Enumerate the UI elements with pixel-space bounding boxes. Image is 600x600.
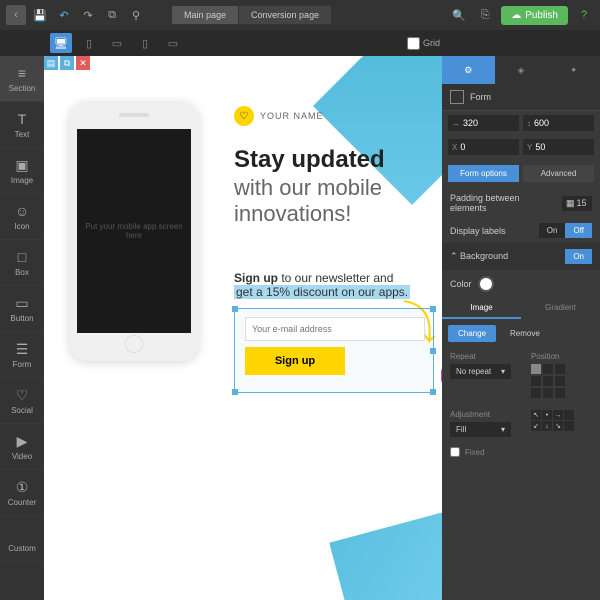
link-icon[interactable]: ⚲: [126, 5, 146, 25]
prop-tab-settings[interactable]: ⚙: [442, 56, 495, 84]
cloud-icon: ☁: [511, 10, 521, 21]
width-input[interactable]: ↔320: [448, 115, 519, 131]
phone-mockup[interactable]: Put your mobile app screen here: [69, 101, 199, 361]
save-icon[interactable]: 💾: [30, 5, 50, 25]
y-input[interactable]: Y50: [523, 139, 594, 155]
mark-icon[interactable]: ✕: [76, 56, 90, 70]
selection-marks: ▤ ⧉ ✕: [44, 56, 90, 70]
color-swatch[interactable]: [478, 276, 494, 292]
padding-input[interactable]: ▦15: [562, 196, 592, 211]
device-bar: 🖥 ▯ ▭ ▯ ▭ Grid: [0, 30, 600, 56]
social-icon: ♡: [13, 386, 31, 404]
tab-main-page[interactable]: Main page: [172, 6, 239, 24]
remove-button[interactable]: Remove: [500, 325, 550, 342]
tool-section[interactable]: ≡Section: [0, 56, 44, 102]
brand-row: ♡ YOUR NAME: [234, 106, 324, 126]
custom-icon: [13, 524, 31, 542]
device-tablet-landscape[interactable]: ▭: [106, 33, 128, 53]
prop-tab-style[interactable]: ✦: [547, 56, 600, 84]
gradient-tab[interactable]: Gradient: [521, 298, 600, 319]
icon-icon: ☺: [13, 202, 31, 220]
element-title: Form: [442, 84, 600, 111]
change-button[interactable]: Change: [448, 325, 496, 342]
image-tab[interactable]: Image: [442, 298, 521, 319]
video-icon: ▶: [13, 432, 31, 450]
brand-name[interactable]: YOUR NAME: [260, 111, 324, 121]
prop-tab-layers[interactable]: ◈: [495, 56, 548, 84]
headline-bold: Stay updated: [234, 146, 434, 175]
tool-button[interactable]: ▭Button: [0, 286, 44, 332]
heart-icon: ♡: [234, 106, 254, 126]
top-toolbar: ‹ 💾 ↶ ↷ ⧉ ⚲ Main page Conversion page 🔍 …: [0, 0, 600, 30]
headline-sub2: innovations!: [234, 201, 434, 227]
position-label: Position: [531, 352, 592, 361]
headline[interactable]: Stay updated with our mobile innovations…: [234, 146, 434, 228]
form-icon: [450, 90, 464, 104]
copy-icon[interactable]: ⧉: [102, 5, 122, 25]
tool-video[interactable]: ▶Video: [0, 424, 44, 470]
repeat-select[interactable]: No repeat▾: [450, 364, 511, 379]
canvas[interactable]: ▤ ⧉ ✕ Put your mobile app screen here ♡ …: [44, 56, 442, 600]
publish-button[interactable]: ☁Publish: [501, 6, 568, 25]
height-input[interactable]: ↕600: [523, 115, 594, 131]
tool-box[interactable]: □Box: [0, 240, 44, 286]
image-icon: ▣: [13, 156, 31, 174]
back-button[interactable]: ‹: [6, 5, 26, 25]
arrow-grid[interactable]: ↖•→↙↓↘: [531, 410, 575, 431]
selected-text: get a 15% discount on our apps.: [234, 285, 410, 299]
properties-panel: ⚙ ◈ ✦ Form ↔320 ↕600 X0 Y50 Form options…: [442, 56, 600, 600]
tool-sidebar: ≡SectionTText▣Image☺Icon□Box▭Button☰Form…: [0, 56, 44, 600]
email-field[interactable]: [245, 317, 425, 341]
tab-conversion-page[interactable]: Conversion page: [239, 6, 332, 24]
display-labels-label: Display labels: [450, 226, 506, 236]
text-icon: T: [13, 110, 31, 128]
signup-text[interactable]: Sign up to our newsletter and get a 15% …: [234, 271, 442, 299]
undo-button[interactable]: ↶: [54, 5, 74, 25]
search-icon[interactable]: 🔍: [449, 5, 469, 25]
form-options-button[interactable]: Form options: [448, 165, 519, 182]
repeat-label: Repeat: [450, 352, 511, 361]
grid-toggle[interactable]: Grid: [407, 37, 440, 50]
tool-icon[interactable]: ☺Icon: [0, 194, 44, 240]
x-input[interactable]: X0: [448, 139, 519, 155]
device-mobile[interactable]: ▯: [134, 33, 156, 53]
box-icon: □: [13, 248, 31, 266]
form-icon: ☰: [13, 340, 31, 358]
tool-custom[interactable]: Custom: [0, 516, 44, 562]
headline-sub1: with our mobile: [234, 175, 434, 201]
redo-button[interactable]: ↷: [78, 5, 98, 25]
phone-screen-placeholder: Put your mobile app screen here: [77, 129, 191, 333]
help-icon[interactable]: ?: [574, 5, 594, 25]
tool-image[interactable]: ▣Image: [0, 148, 44, 194]
fixed-checkbox[interactable]: Fixed: [442, 441, 600, 463]
page-tabs: Main page Conversion page: [172, 6, 332, 24]
counter-icon: ①: [13, 478, 31, 496]
device-tablet[interactable]: ▯: [78, 33, 100, 53]
export-icon[interactable]: ⎘: [475, 5, 495, 25]
display-labels-toggle[interactable]: OnOff: [539, 223, 592, 238]
section-icon: ≡: [13, 64, 31, 82]
tool-social[interactable]: ♡Social: [0, 378, 44, 424]
adjustment-label: Adjustment: [450, 410, 511, 419]
tool-form[interactable]: ☰Form: [0, 332, 44, 378]
mark-icon[interactable]: ⧉: [60, 56, 74, 70]
signup-button[interactable]: Sign up: [245, 347, 345, 375]
mark-icon[interactable]: ▤: [44, 56, 58, 70]
form-element-selected[interactable]: Sign up Add line ▾: [234, 308, 434, 393]
tool-counter[interactable]: ①Counter: [0, 470, 44, 516]
device-desktop[interactable]: 🖥: [50, 33, 72, 53]
device-mobile-landscape[interactable]: ▭: [162, 33, 184, 53]
padding-label: Padding between elements: [450, 193, 530, 213]
color-label: Color: [450, 279, 472, 289]
background-section[interactable]: ⌃ Background On: [442, 243, 600, 270]
adjustment-select[interactable]: Fill▾: [450, 422, 511, 437]
button-icon: ▭: [13, 294, 31, 312]
tool-text[interactable]: TText: [0, 102, 44, 148]
position-grid[interactable]: [531, 364, 571, 398]
advanced-button[interactable]: Advanced: [523, 165, 594, 182]
